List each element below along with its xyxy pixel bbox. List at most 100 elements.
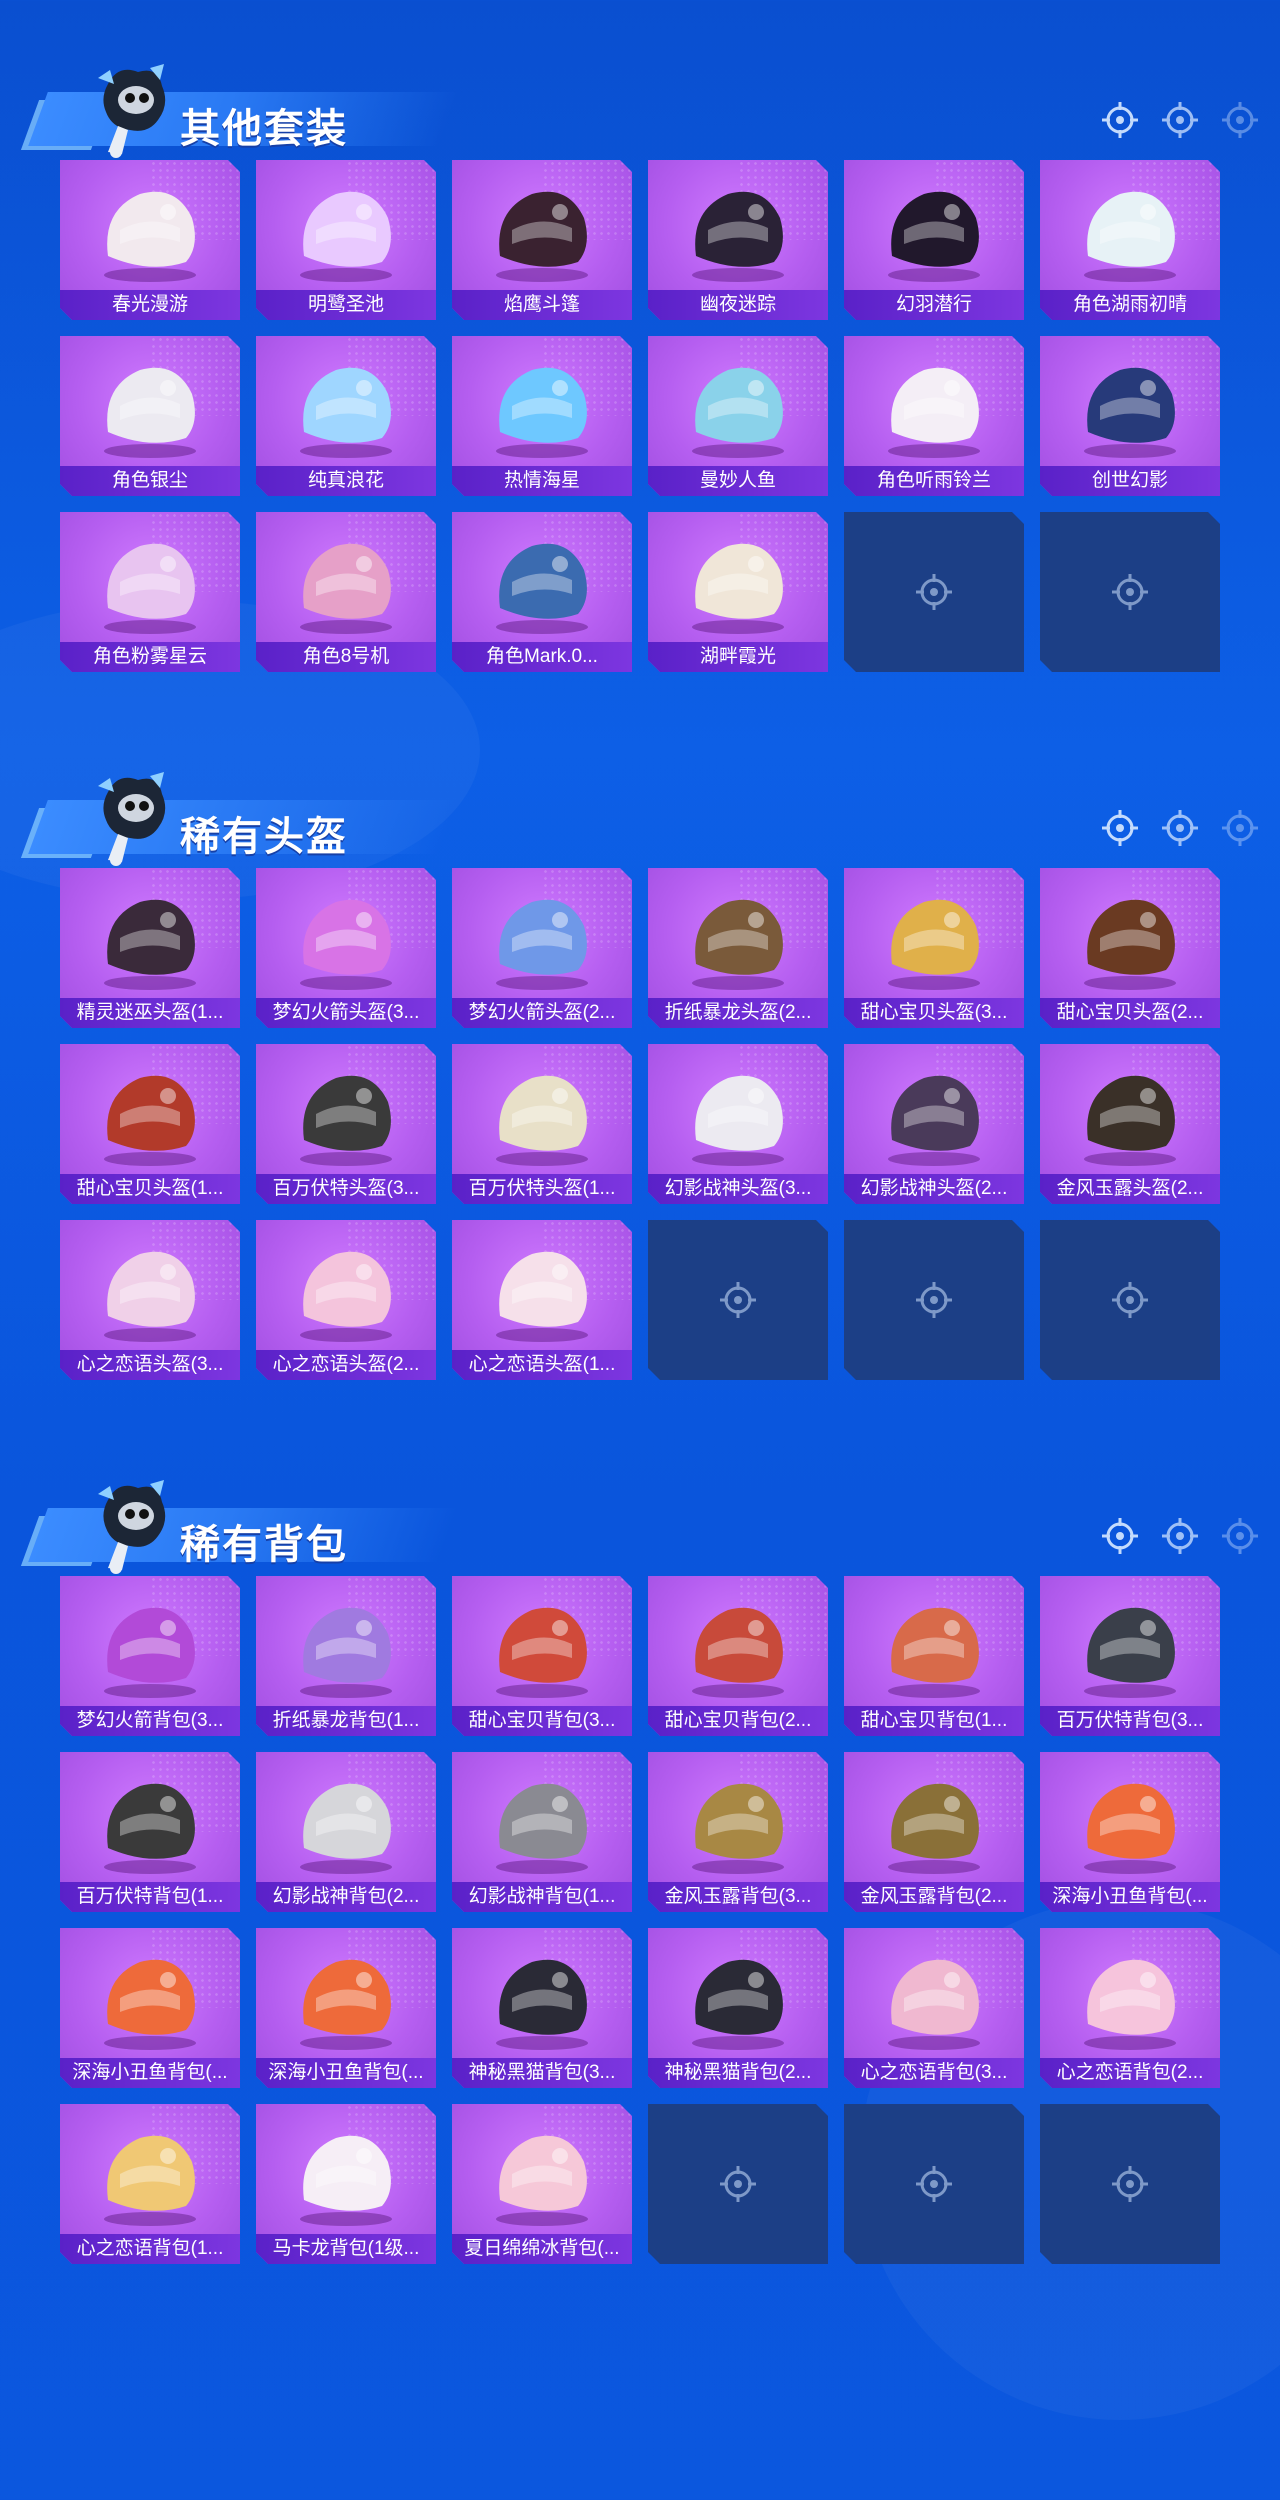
item-thumbnail-icon bbox=[472, 522, 612, 637]
item-card[interactable]: 焰鹰斗篷 bbox=[452, 160, 632, 320]
crosshair-icon bbox=[1110, 1280, 1150, 1320]
item-card[interactable]: 折纸暴龙背包(1... bbox=[256, 1576, 436, 1736]
item-card[interactable]: 幽夜迷踪 bbox=[648, 160, 828, 320]
item-thumbnail-icon bbox=[80, 1054, 220, 1169]
item-card[interactable]: 角色银尘 bbox=[60, 336, 240, 496]
item-card[interactable]: 百万伏特头盔(3... bbox=[256, 1044, 436, 1204]
item-card[interactable]: 折纸暴龙头盔(2... bbox=[648, 868, 828, 1028]
section-title: 稀有背包 bbox=[180, 1523, 348, 1567]
item-card[interactable]: 梦幻火箭背包(3... bbox=[60, 1576, 240, 1736]
item-name: 角色听雨铃兰 bbox=[844, 466, 1024, 496]
item-name: 曼妙人鱼 bbox=[648, 466, 828, 496]
item-card[interactable]: 心之恋语头盔(3... bbox=[60, 1220, 240, 1380]
item-card[interactable]: 角色听雨铃兰 bbox=[844, 336, 1024, 496]
item-name: 角色湖雨初晴 bbox=[1040, 290, 1220, 320]
item-card[interactable]: 神秘黑猫背包(3... bbox=[452, 1928, 632, 2088]
item-card[interactable]: 幻影战神头盔(2... bbox=[844, 1044, 1024, 1204]
item-card[interactable]: 金风玉露背包(3... bbox=[648, 1752, 828, 1912]
item-card[interactable]: 明鹭圣池 bbox=[256, 160, 436, 320]
item-name: 精灵迷巫头盔(1... bbox=[60, 998, 240, 1028]
item-name: 百万伏特背包(3... bbox=[1040, 1706, 1220, 1736]
item-name: 金风玉露背包(3... bbox=[648, 1882, 828, 1912]
item-thumbnail-icon bbox=[80, 1938, 220, 2053]
item-card[interactable]: 幻影战神背包(2... bbox=[256, 1752, 436, 1912]
item-name: 热情海星 bbox=[452, 466, 632, 496]
item-card[interactable]: 深海小丑鱼背包(... bbox=[60, 1928, 240, 2088]
mascot-icon bbox=[88, 64, 180, 160]
item-card[interactable]: 心之恋语头盔(1... bbox=[452, 1220, 632, 1380]
item-thumbnail-icon bbox=[864, 878, 1004, 993]
item-card[interactable]: 春光漫游 bbox=[60, 160, 240, 320]
item-name: 金风玉露背包(2... bbox=[844, 1882, 1024, 1912]
item-name: 甜心宝贝头盔(1... bbox=[60, 1174, 240, 1204]
item-card[interactable]: 梦幻火箭头盔(3... bbox=[256, 868, 436, 1028]
item-card[interactable]: 深海小丑鱼背包(... bbox=[256, 1928, 436, 2088]
item-card[interactable]: 精灵迷巫头盔(1... bbox=[60, 868, 240, 1028]
crosshair-icon bbox=[1220, 808, 1260, 848]
item-card[interactable]: 角色粉雾星云 bbox=[60, 512, 240, 672]
section-header: 稀有头盔 bbox=[20, 768, 458, 868]
item-card[interactable]: 心之恋语背包(2... bbox=[1040, 1928, 1220, 2088]
item-card[interactable]: 甜心宝贝头盔(2... bbox=[1040, 868, 1220, 1028]
item-card[interactable]: 纯真浪花 bbox=[256, 336, 436, 496]
item-card[interactable]: 心之恋语背包(3... bbox=[844, 1928, 1024, 2088]
item-card[interactable]: 夏日绵绵冰背包(... bbox=[452, 2104, 632, 2264]
item-thumbnail-icon bbox=[472, 1762, 612, 1877]
item-card[interactable]: 心之恋语背包(1... bbox=[60, 2104, 240, 2264]
item-card[interactable]: 甜心宝贝背包(3... bbox=[452, 1576, 632, 1736]
item-card[interactable]: 百万伏特头盔(1... bbox=[452, 1044, 632, 1204]
section-title: 稀有头盔 bbox=[180, 815, 348, 859]
empty-slot bbox=[844, 2104, 1024, 2264]
item-card[interactable]: 幻羽潜行 bbox=[844, 160, 1024, 320]
item-thumbnail-icon bbox=[80, 346, 220, 461]
item-thumbnail-icon bbox=[668, 346, 808, 461]
item-name: 甜心宝贝背包(1... bbox=[844, 1706, 1024, 1736]
item-thumbnail-icon bbox=[1060, 1586, 1200, 1701]
item-card[interactable]: 神秘黑猫背包(2... bbox=[648, 1928, 828, 2088]
item-name: 角色粉雾星云 bbox=[60, 642, 240, 672]
item-card[interactable]: 幻影战神背包(1... bbox=[452, 1752, 632, 1912]
crosshair-icon bbox=[1160, 1516, 1200, 1556]
item-name: 心之恋语背包(3... bbox=[844, 2058, 1024, 2088]
crosshair-icon bbox=[914, 1280, 954, 1320]
item-card[interactable]: 金风玉露背包(2... bbox=[844, 1752, 1024, 1912]
item-thumbnail-icon bbox=[276, 346, 416, 461]
item-name: 幻影战神背包(2... bbox=[256, 1882, 436, 1912]
item-thumbnail-icon bbox=[864, 346, 1004, 461]
item-card[interactable]: 甜心宝贝头盔(1... bbox=[60, 1044, 240, 1204]
item-name: 梦幻火箭背包(3... bbox=[60, 1706, 240, 1736]
item-name: 角色Mark.0... bbox=[452, 642, 632, 672]
item-card[interactable]: 甜心宝贝背包(1... bbox=[844, 1576, 1024, 1736]
item-name: 焰鹰斗篷 bbox=[452, 290, 632, 320]
item-card[interactable]: 马卡龙背包(1级... bbox=[256, 2104, 436, 2264]
item-name: 甜心宝贝头盔(2... bbox=[1040, 998, 1220, 1028]
item-thumbnail-icon bbox=[864, 170, 1004, 285]
item-card[interactable]: 幻影战神头盔(3... bbox=[648, 1044, 828, 1204]
item-card[interactable]: 百万伏特背包(1... bbox=[60, 1752, 240, 1912]
item-card[interactable]: 角色湖雨初晴 bbox=[1040, 160, 1220, 320]
item-thumbnail-icon bbox=[80, 1230, 220, 1345]
item-card[interactable]: 湖畔霞光 bbox=[648, 512, 828, 672]
item-thumbnail-icon bbox=[472, 346, 612, 461]
item-thumbnail-icon bbox=[276, 522, 416, 637]
item-thumbnail-icon bbox=[80, 1586, 220, 1701]
item-thumbnail-icon bbox=[276, 1762, 416, 1877]
item-card[interactable]: 角色Mark.0... bbox=[452, 512, 632, 672]
item-thumbnail-icon bbox=[276, 1054, 416, 1169]
item-card[interactable]: 心之恋语头盔(2... bbox=[256, 1220, 436, 1380]
item-thumbnail-icon bbox=[80, 878, 220, 993]
item-card[interactable]: 梦幻火箭头盔(2... bbox=[452, 868, 632, 1028]
item-card[interactable]: 曼妙人鱼 bbox=[648, 336, 828, 496]
item-card[interactable]: 百万伏特背包(3... bbox=[1040, 1576, 1220, 1736]
item-card[interactable]: 金风玉露头盔(2... bbox=[1040, 1044, 1220, 1204]
section-header: 其他套装 bbox=[20, 60, 458, 160]
item-card[interactable]: 甜心宝贝背包(2... bbox=[648, 1576, 828, 1736]
item-card[interactable]: 热情海星 bbox=[452, 336, 632, 496]
item-name: 春光漫游 bbox=[60, 290, 240, 320]
item-card[interactable]: 深海小丑鱼背包(... bbox=[1040, 1752, 1220, 1912]
item-card[interactable]: 角色8号机 bbox=[256, 512, 436, 672]
item-card[interactable]: 创世幻影 bbox=[1040, 336, 1220, 496]
item-card[interactable]: 甜心宝贝头盔(3... bbox=[844, 868, 1024, 1028]
section-header: 稀有背包 bbox=[20, 1476, 458, 1576]
item-thumbnail-icon bbox=[472, 878, 612, 993]
